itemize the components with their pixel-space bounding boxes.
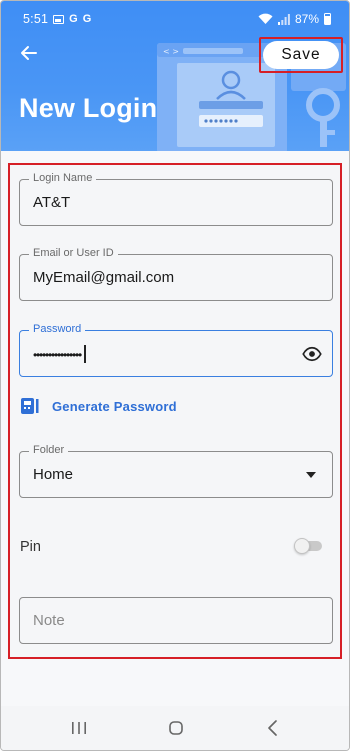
show-password-eye-icon[interactable] <box>302 344 322 364</box>
home-icon <box>169 721 183 735</box>
system-nav-bar <box>1 706 349 750</box>
note-placeholder: Note <box>33 612 65 629</box>
email-label: Email or User ID <box>29 247 118 259</box>
page-title: New Login <box>19 93 158 123</box>
svg-text:< >: < > <box>163 47 179 56</box>
toggle-thumb <box>294 538 310 554</box>
recents-icon <box>72 722 87 734</box>
header: 5:51 G G 87% < > New Login <box>1 1 349 151</box>
save-button[interactable]: Save <box>263 41 339 69</box>
signal-icon <box>277 13 290 25</box>
email-value: MyEmail@gmail.com <box>33 269 175 286</box>
app-screen: 5:51 G G 87% < > New Login Save Login Na… <box>0 0 350 751</box>
dropdown-arrow-icon <box>306 472 316 478</box>
back-arrow-icon[interactable] <box>17 41 41 65</box>
folder-value: Home <box>33 466 74 483</box>
text-cursor <box>84 345 86 363</box>
login-name-label: Login Name <box>29 172 97 184</box>
back-button[interactable] <box>253 713 293 743</box>
folder-label: Folder <box>29 444 69 456</box>
notification-g-icon: G <box>82 13 92 25</box>
login-form: Login Name AT&T Email or User ID MyEmail… <box>8 163 342 659</box>
password-masked-value: •••••••••••••••• <box>33 345 86 363</box>
wifi-icon <box>258 13 273 24</box>
home-button[interactable] <box>156 713 196 743</box>
back-icon <box>267 720 277 736</box>
password-dots: •••••••••••••••• <box>33 348 82 362</box>
status-time: 5:51 <box>23 12 49 26</box>
password-generator-icon <box>21 398 39 414</box>
pin-toggle[interactable] <box>294 537 324 555</box>
login-name-field[interactable]: Login Name AT&T <box>19 172 333 226</box>
login-name-value: AT&T <box>33 194 71 211</box>
pin-label: Pin <box>20 539 41 555</box>
battery-percent: 87% <box>294 12 319 26</box>
generate-password-label: Generate Password <box>52 398 177 414</box>
notification-g-icon: G <box>69 13 78 25</box>
battery-icon <box>324 13 331 25</box>
note-field[interactable]: Note <box>19 597 333 644</box>
password-label: Password <box>29 323 86 335</box>
generate-password-button[interactable]: Generate Password <box>20 396 177 416</box>
folder-dropdown[interactable]: Folder Home <box>19 444 333 498</box>
save-button-highlight: Save <box>259 37 343 73</box>
status-bar: 5:51 G G 87% <box>1 1 349 37</box>
recents-button[interactable] <box>59 713 99 743</box>
password-field[interactable]: Password •••••••••••••••• <box>19 323 333 377</box>
gallery-icon <box>53 14 65 24</box>
email-field[interactable]: Email or User ID MyEmail@gmail.com <box>19 247 333 301</box>
